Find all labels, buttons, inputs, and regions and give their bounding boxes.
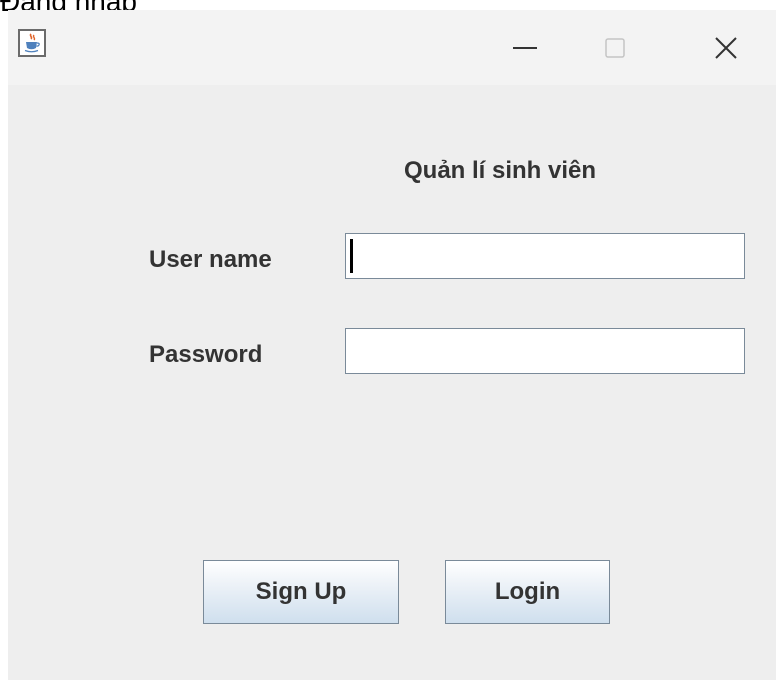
text-caret xyxy=(350,239,353,273)
login-button[interactable]: Login xyxy=(445,560,610,624)
username-label: User name xyxy=(149,246,272,273)
maximize-button[interactable] xyxy=(575,10,655,85)
username-field[interactable] xyxy=(345,233,745,279)
java-icon[interactable] xyxy=(18,29,46,57)
password-label: Password xyxy=(149,341,263,368)
title-bar[interactable] xyxy=(8,10,776,85)
signup-button[interactable]: Sign Up xyxy=(203,560,399,624)
close-icon xyxy=(715,36,737,59)
maximize-icon xyxy=(605,37,625,58)
password-field[interactable] xyxy=(345,328,745,374)
close-button[interactable] xyxy=(686,10,766,85)
minimize-icon xyxy=(513,46,537,49)
page-title: Quản lí sinh viên xyxy=(404,157,597,184)
login-window: Quản lí sinh viên User name Password Sig… xyxy=(8,10,776,680)
minimize-button[interactable] xyxy=(485,10,565,85)
